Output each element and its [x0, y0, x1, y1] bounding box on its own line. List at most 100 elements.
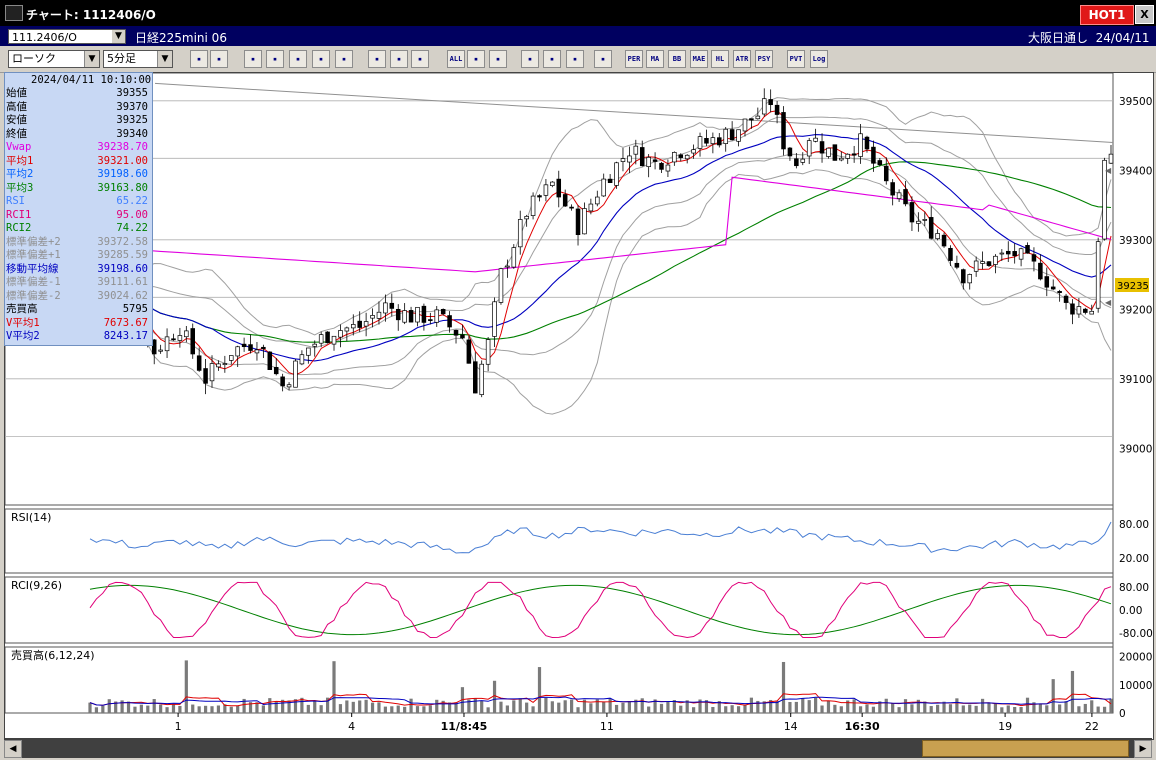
toolbar-all-button[interactable]: ALL — [447, 50, 465, 68]
code-select[interactable]: 111.2406/O ▼ — [8, 29, 126, 44]
toolbar-per-button[interactable]: PER — [625, 50, 643, 68]
interval-select[interactable]: 5分足 ▼ — [103, 50, 173, 68]
price-tick-label: 39000 — [1119, 443, 1152, 455]
candle — [652, 159, 658, 162]
candle — [517, 219, 523, 248]
scroll-left-icon[interactable]: ◀ — [4, 740, 22, 758]
price-tick-label: 39200 — [1119, 304, 1152, 316]
chevron-down-icon[interactable]: ▼ — [157, 51, 172, 67]
toolbar-eraser-button[interactable]: ▪ — [543, 50, 561, 68]
candle — [935, 233, 940, 240]
volume-bar — [833, 704, 837, 713]
info-row: 移動平均線 39198.60 — [6, 263, 150, 276]
info-label: 平均2 — [6, 168, 34, 180]
toolbar-paint-button[interactable]: ▪ — [594, 50, 612, 68]
toolbar-disabled-button[interactable]: ▪ — [368, 50, 386, 68]
toolbar-mae-button[interactable]: MAE — [690, 50, 708, 68]
candle — [1083, 308, 1088, 313]
candle — [839, 157, 844, 161]
candle — [408, 310, 414, 323]
toolbar-bb-button[interactable]: BB — [668, 50, 686, 68]
volume-bar — [473, 698, 477, 713]
volume-bar — [492, 680, 497, 713]
info-row: RCI1 95.00 — [6, 209, 150, 222]
volume-bar — [338, 704, 343, 713]
toolbar-draw-button[interactable]: ▪ — [467, 50, 485, 68]
volume-bar — [319, 705, 323, 713]
volume-bar — [268, 698, 272, 713]
toolbar-zoom-button[interactable]: ▪ — [190, 50, 208, 68]
close-button[interactable]: X — [1135, 5, 1154, 24]
candle — [595, 196, 600, 205]
scroll-right-icon[interactable]: ▶ — [1134, 740, 1152, 758]
candle — [351, 324, 356, 329]
candle — [312, 343, 318, 347]
candle — [569, 206, 574, 209]
toolbar-pvt-button[interactable]: PVT — [787, 50, 805, 68]
chart-area[interactable]: 39000 39100 39200 39300 39400 39500 39235 ◀ ◀ 80.… — [4, 65, 1154, 740]
volume-bar — [936, 704, 940, 713]
volume-bar — [422, 706, 426, 713]
info-row: 平均1 39321.00 — [6, 155, 150, 168]
candle — [864, 136, 870, 150]
volume-bar — [987, 703, 991, 713]
candle — [318, 334, 324, 344]
title-bar[interactable]: チャート: 1112406/O HOT1 X — [0, 0, 1156, 26]
price-tick-label: 39100 — [1119, 374, 1152, 386]
toolbar-pointer-button[interactable]: ▪ — [521, 50, 539, 68]
candle — [537, 195, 542, 198]
candle — [376, 311, 382, 319]
volume-bar — [839, 706, 843, 713]
candle — [684, 154, 690, 160]
volume-bar — [1038, 703, 1042, 713]
rci-tick-label: 0.00 — [1119, 605, 1142, 617]
toolbar-ma-button[interactable]: MA — [646, 50, 664, 68]
candle — [1018, 248, 1024, 260]
candle — [691, 149, 696, 154]
chart-type-select[interactable]: ローソク ▼ — [8, 50, 100, 68]
candle — [928, 217, 934, 239]
candle — [794, 158, 799, 167]
toolbar-cursor-button[interactable]: ▪ — [489, 50, 507, 68]
toolbar-atr-button[interactable]: ATR — [733, 50, 751, 68]
volume-bar — [139, 704, 143, 713]
x-tick-label: 4 — [348, 720, 355, 733]
toolbar-custom1-button[interactable]: ▪ — [312, 50, 330, 68]
info-value: 39340 — [116, 127, 148, 140]
toolbar-candle-button[interactable]: ▪ — [390, 50, 408, 68]
navigator-thumb[interactable] — [922, 740, 1129, 757]
volume-bar — [101, 705, 105, 713]
candle — [1070, 303, 1075, 315]
chevron-down-icon[interactable]: ▼ — [84, 51, 99, 67]
candle — [543, 184, 549, 196]
chevron-down-icon[interactable]: ▼ — [112, 30, 125, 43]
toolbar-stats-button[interactable]: ▪ — [289, 50, 307, 68]
x-tick-label: 11 — [600, 720, 614, 733]
volume-bar — [563, 700, 567, 713]
toolbar-bb-style-button[interactable]: ▪ — [266, 50, 284, 68]
candle — [787, 147, 793, 157]
candle — [421, 305, 427, 323]
volume-bar — [229, 706, 233, 713]
volume-bar — [88, 702, 92, 713]
volume-bar — [184, 660, 188, 713]
candle — [877, 160, 883, 166]
toolbar-settings-button[interactable]: ▪ — [566, 50, 584, 68]
toolbar-candle-style-button[interactable]: ▪ — [244, 50, 262, 68]
toolbar-custom2-button[interactable]: ▪ — [335, 50, 353, 68]
candle — [1038, 262, 1043, 280]
session-name: 大阪日通し — [1028, 31, 1089, 45]
toolbar-ohlc-button[interactable]: ▪ — [411, 50, 429, 68]
toolbar-psy-button[interactable]: PSY — [755, 50, 773, 68]
chart-canvas[interactable]: 39000 39100 39200 39300 39400 39500 39235 ◀ ◀ 80.… — [4, 65, 1153, 739]
info-label: 売買高 — [6, 303, 38, 315]
toolbar-log-button[interactable]: Log — [810, 50, 828, 68]
candle — [286, 384, 292, 388]
candle — [781, 112, 786, 150]
toolbar-hl-button[interactable]: HL — [711, 50, 729, 68]
candle — [678, 154, 684, 158]
toolbar-split-button[interactable]: ▪ — [210, 50, 228, 68]
candle — [761, 98, 767, 115]
hot-button[interactable]: HOT1 — [1080, 5, 1134, 25]
volume-bar — [807, 700, 811, 713]
